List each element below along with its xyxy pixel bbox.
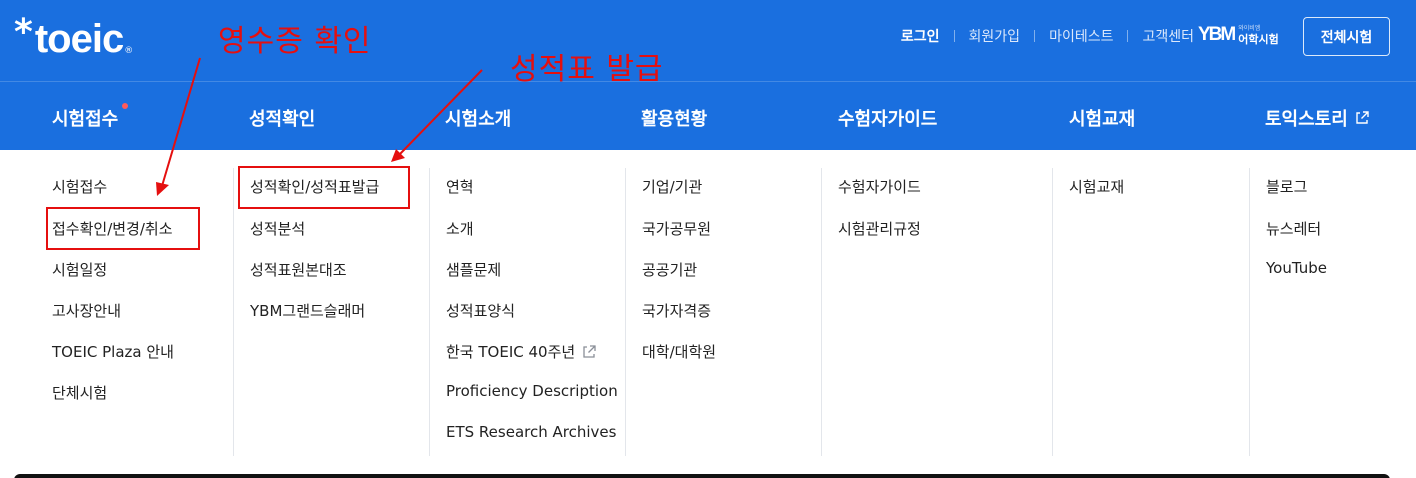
logo-text: toeic [34,16,124,61]
divider [1127,30,1129,42]
menu-item-youtube[interactable]: YouTube [1266,259,1327,277]
menu-item-registration[interactable]: 시험접수 [52,176,107,197]
divider [1034,30,1036,42]
ybm-sub-small: 와이비엠 [1238,24,1261,32]
menu-item-proficiency[interactable]: Proficiency Description [446,382,618,400]
toeic-logo[interactable]: * toeic ® [14,12,134,62]
signup-link[interactable]: 회원가입 [969,26,1021,46]
login-link[interactable]: 로그인 [901,26,940,46]
menu-item-university[interactable]: 대학/대학원 [642,341,716,362]
menu-item-score-analysis[interactable]: 성적분석 [250,218,305,239]
top-bar: * toeic ® 로그인 회원가입 마이테스트 고객센터 YBM 와이비엠 어… [0,0,1416,82]
nav-label: 시험접수 [52,109,119,130]
menu-item-ets-research[interactable]: ETS Research Archives [446,423,616,441]
notification-dot-icon [122,103,129,109]
divider [953,30,955,42]
nav-examinee-guide[interactable]: 수험자가이드 [838,105,937,131]
menu-item-history[interactable]: 연혁 [446,176,474,197]
menu-item-civil-servant[interactable]: 국가공무원 [642,218,711,239]
menu-item-intro[interactable]: 소개 [446,218,474,239]
nav-toeic-story[interactable]: 토익스토리 [1265,105,1370,131]
menu-item-score-verify[interactable]: 성적표원본대조 [250,259,347,280]
nav-usage-status[interactable]: 활용현황 [641,105,707,131]
menu-item-textbooks[interactable]: 시험교재 [1069,176,1124,197]
nav-label: 토익스토리 [1265,109,1348,130]
nav-test-registration[interactable]: 시험접수 [52,103,129,131]
all-tests-button[interactable]: 전체시험 [1303,17,1390,56]
menu-item-newsletter[interactable]: 뉴스레터 [1266,218,1321,239]
menu-item-blog[interactable]: 블로그 [1266,176,1307,197]
ybm-mark: YBM [1198,24,1236,45]
logo-registered-mark: ® [124,46,134,56]
highlight-box-score-report [238,166,410,209]
nav-test-intro[interactable]: 시험소개 [445,105,511,131]
header: * toeic ® 로그인 회원가입 마이테스트 고객센터 YBM 와이비엠 어… [0,0,1416,150]
annotation-receipt-check: 영수증 확인 [218,24,372,59]
menu-item-grandslammer[interactable]: YBM그랜드슬래머 [250,300,365,321]
nav-label: 시험교재 [1069,109,1136,130]
menu-item-certificate[interactable]: 국가자격증 [642,300,711,321]
menu-column-guide: 수험자가이드 시험관리규정 [821,168,1052,456]
menu-item-company[interactable]: 기업/기관 [642,176,702,197]
menu-item-plaza[interactable]: TOEIC Plaza 안내 [52,341,174,362]
ybm-sub-label: 어학시험 [1238,32,1279,46]
utility-links: 로그인 회원가입 마이테스트 고객센터 [901,26,1194,46]
ybm-sub: 와이비엠 어학시험 [1238,24,1279,46]
mega-menu: 시험접수 접수확인/변경/취소 시험일정 고사장안내 TOEIC Plaza 안… [0,150,1416,460]
menu-item-group-test[interactable]: 단체시험 [52,382,107,403]
nav-label: 성적확인 [249,109,316,130]
menu-item-guide[interactable]: 수험자가이드 [838,176,921,197]
main-navigation: 시험접수 성적확인 시험소개 활용현황 수험자가이드 시험교재 토익스토리 [0,83,1416,150]
menu-item-report-form[interactable]: 성적표양식 [446,300,515,321]
nav-label: 활용현황 [641,109,708,130]
nav-label: 수험자가이드 [838,109,938,130]
menu-column-textbooks: 시험교재 [1052,168,1249,456]
nav-label: 시험소개 [445,109,512,130]
menu-item-regulations[interactable]: 시험관리규정 [838,218,921,239]
mytest-link[interactable]: 마이테스트 [1049,26,1113,46]
menu-column-intro: 연혁 소개 샘플문제 성적표양식 한국 TOEIC 40주년 Proficien… [429,168,625,456]
content-edge [14,474,1390,478]
menu-item-schedule[interactable]: 시험일정 [52,259,107,280]
logo-star-icon: * [14,12,33,53]
menu-item-test-center[interactable]: 고사장안내 [52,300,121,321]
menu-column-story: 블로그 뉴스레터 YouTube [1249,168,1416,456]
ybm-logo[interactable]: YBM 와이비엠 어학시험 [1198,24,1279,46]
customer-center-link[interactable]: 고객센터 [1142,26,1194,46]
nav-score-check[interactable]: 성적확인 [249,105,315,131]
annotation-score-report-issue: 성적표 발급 [510,52,664,87]
menu-column-usage: 기업/기관 국가공무원 공공기관 국가자격증 대학/대학원 [625,168,821,456]
menu-item-40th[interactable]: 한국 TOEIC 40주년 [446,341,597,362]
external-link-icon [1356,111,1369,124]
menu-column-score: 성적확인/성적표발급 성적분석 성적표원본대조 YBM그랜드슬래머 [233,168,429,456]
highlight-box-registration-change [46,207,200,250]
nav-textbooks[interactable]: 시험교재 [1069,105,1135,131]
menu-item-40th-label: 한국 TOEIC 40주년 [446,343,576,361]
external-link-icon [583,344,596,358]
menu-item-sample[interactable]: 샘플문제 [446,259,501,280]
menu-item-public-agency[interactable]: 공공기관 [642,259,697,280]
